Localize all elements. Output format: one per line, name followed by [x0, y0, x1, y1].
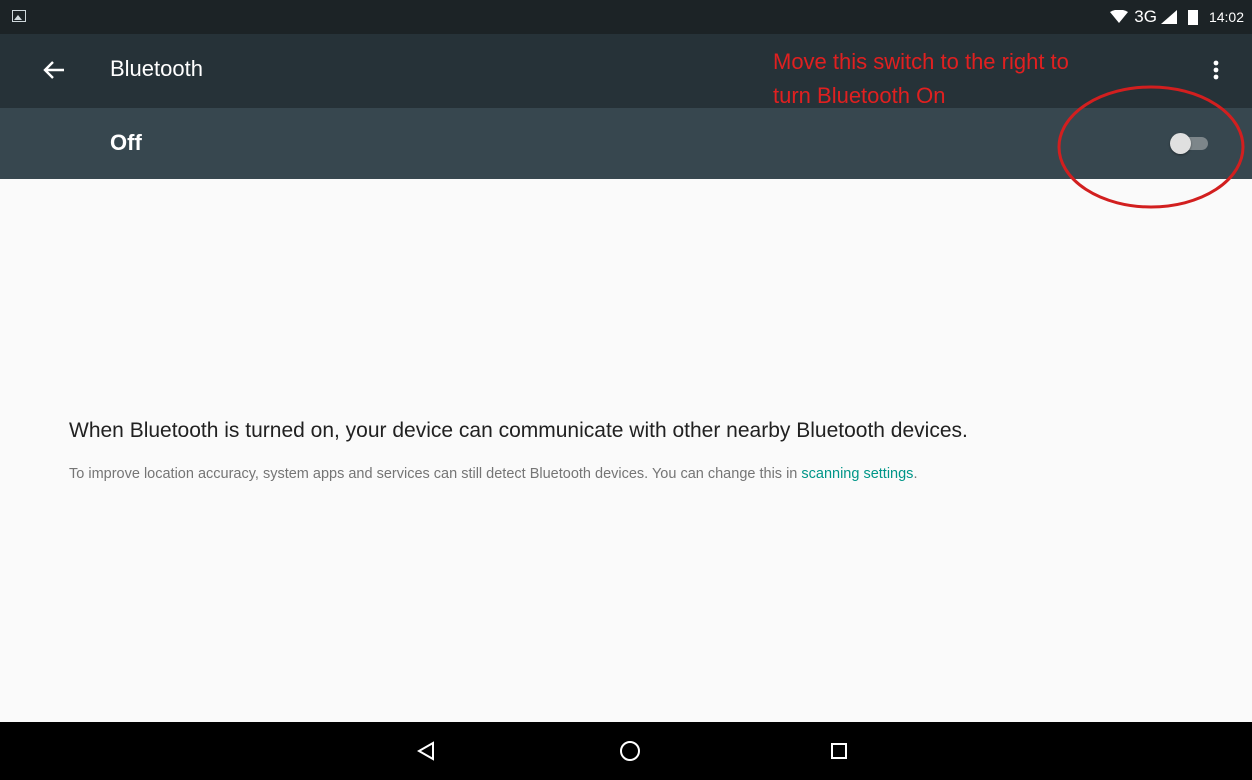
annotation-text: Move this switch to the right to turn Bl…: [773, 49, 1069, 108]
overflow-menu-button[interactable]: [1198, 52, 1234, 88]
clock: 14:02: [1208, 9, 1244, 25]
network-type: 3G: [1134, 7, 1157, 26]
home-circle-icon: [620, 741, 640, 761]
bluetooth-toggle-switch[interactable]: [1170, 133, 1210, 154]
back-triangle-icon: [417, 741, 434, 761]
bluetooth-master-switch-row[interactable]: Off: [0, 108, 1252, 179]
status-bar: 3G 14:02: [0, 0, 1252, 34]
toggle-thumb: [1170, 133, 1191, 154]
back-button[interactable]: [36, 52, 72, 88]
scanning-note-period: .: [913, 466, 918, 482]
image-notification-icon: [12, 10, 26, 22]
page-title: Bluetooth: [110, 56, 203, 81]
nav-back-button[interactable]: [409, 734, 443, 768]
wifi-icon: [1110, 10, 1129, 23]
arrow-back-icon: [43, 61, 64, 79]
nav-recents-button[interactable]: [822, 734, 856, 768]
more-vert-icon: [1213, 60, 1219, 80]
bluetooth-description: When Bluetooth is turned on, your device…: [69, 419, 968, 442]
battery-icon: [1187, 10, 1198, 25]
navigation-bar: [0, 722, 1252, 780]
switch-state-label: Off: [110, 130, 142, 155]
scanning-settings-link[interactable]: scanning settings: [801, 466, 913, 482]
scanning-note-text: To improve location accuracy, system app…: [69, 466, 802, 482]
nav-home-button[interactable]: [613, 734, 647, 768]
signal-icon: [1160, 10, 1177, 24]
status-icons: 3G 14:02: [1110, 0, 1244, 34]
scanning-note: To improve location accuracy, system app…: [69, 466, 917, 482]
recents-square-icon: [831, 743, 847, 759]
